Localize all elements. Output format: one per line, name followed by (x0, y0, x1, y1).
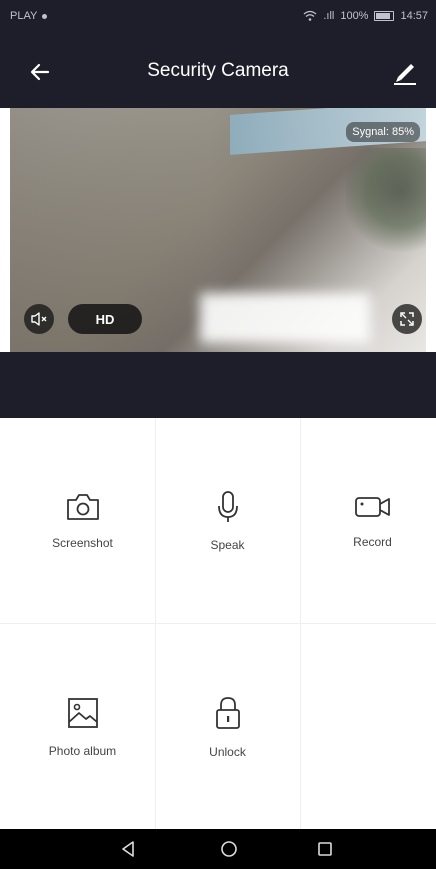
cell-signal-icon: .ıll (323, 10, 335, 22)
fullscreen-icon (400, 312, 414, 326)
page-title: Security Camera (147, 60, 289, 81)
back-triangle-icon[interactable] (118, 838, 140, 860)
system-nav-bar (0, 829, 436, 869)
status-bar: PLAY .ıll 100% 14:57 (0, 0, 436, 36)
feed-bottom-band (0, 352, 436, 418)
camera-feed[interactable]: Sygnal: 85% HD (10, 108, 426, 352)
speak-label: Speak (210, 537, 245, 552)
status-right: .ıll 100% 14:57 (303, 10, 428, 22)
feed-light-glare (200, 293, 370, 343)
action-grid: Screenshot Speak Record Photo album Unlo… (0, 418, 436, 829)
app-header: Security Camera (0, 36, 436, 108)
camera-icon (66, 493, 99, 520)
speaker-mute-icon (31, 312, 47, 326)
mute-button[interactable] (24, 304, 54, 334)
signal-badge: Sygnal: 85% (346, 122, 420, 142)
unlock-label: Unlock (209, 744, 246, 759)
video-camera-icon (354, 496, 390, 517)
wifi-icon (303, 10, 317, 21)
pencil-icon[interactable] (392, 58, 418, 86)
image-icon (67, 697, 98, 728)
quality-toggle-button[interactable]: HD (68, 304, 142, 334)
feed-foliage (346, 148, 426, 258)
clock-time: 14:57 (400, 10, 428, 22)
speak-button[interactable]: Speak (155, 418, 300, 623)
battery-icon (374, 11, 395, 21)
screenshot-label: Screenshot (52, 535, 113, 550)
unlock-button[interactable]: Unlock (155, 624, 300, 829)
record-button[interactable]: Record (300, 418, 436, 623)
battery-percent: 100% (340, 10, 369, 22)
notification-dot-icon (42, 13, 48, 19)
carrier-name: PLAY (10, 10, 38, 22)
photo-album-button[interactable]: Photo album (10, 624, 155, 829)
status-left: PLAY (10, 10, 48, 22)
photo-album-label: Photo album (48, 743, 117, 758)
microphone-icon (217, 490, 238, 522)
home-circle-icon[interactable] (218, 838, 240, 860)
record-label: Record (353, 534, 392, 549)
fullscreen-button[interactable] (392, 304, 422, 334)
screenshot-button[interactable]: Screenshot (10, 418, 155, 623)
recents-square-icon[interactable] (314, 838, 336, 860)
app-screen: PLAY .ıll 100% 14:57 Security Camera Syg… (0, 0, 436, 869)
lock-icon (215, 696, 240, 729)
